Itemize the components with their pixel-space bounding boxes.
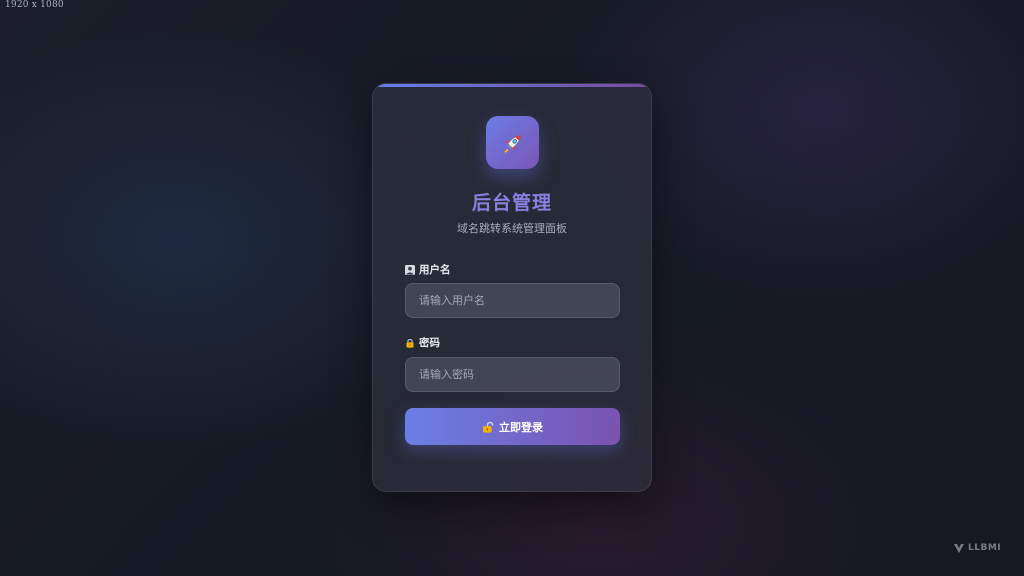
password-input[interactable] [405,357,620,392]
page-title: 后台管理 [471,192,552,214]
rocket-icon [503,134,521,154]
password-label: 密码 [405,335,440,350]
unlock-icon [483,421,494,433]
page-subtitle: 域名跳转系统管理面板 [457,222,567,235]
login-button[interactable]: 立即登录 [405,408,620,445]
username-label: 用户名 [405,262,451,277]
screen-dimension-label: 1920 x 1080 [5,0,64,10]
lock-icon [406,338,414,348]
password-label-text: 密码 [419,337,440,349]
user-icon [405,264,415,275]
username-input[interactable] [405,283,620,318]
login-button-label: 立即登录 [499,420,543,434]
app-logo [486,116,539,169]
card-accent-bar [373,84,651,87]
watermark-logo-icon [954,544,964,553]
watermark-text: LLBMI [968,543,1002,553]
watermark: LLBMI [953,542,1001,554]
username-label-text: 用户名 [419,264,451,276]
login-card: 后台管理 域名跳转系统管理面板 用户名 密码 立即登录 [372,83,652,492]
